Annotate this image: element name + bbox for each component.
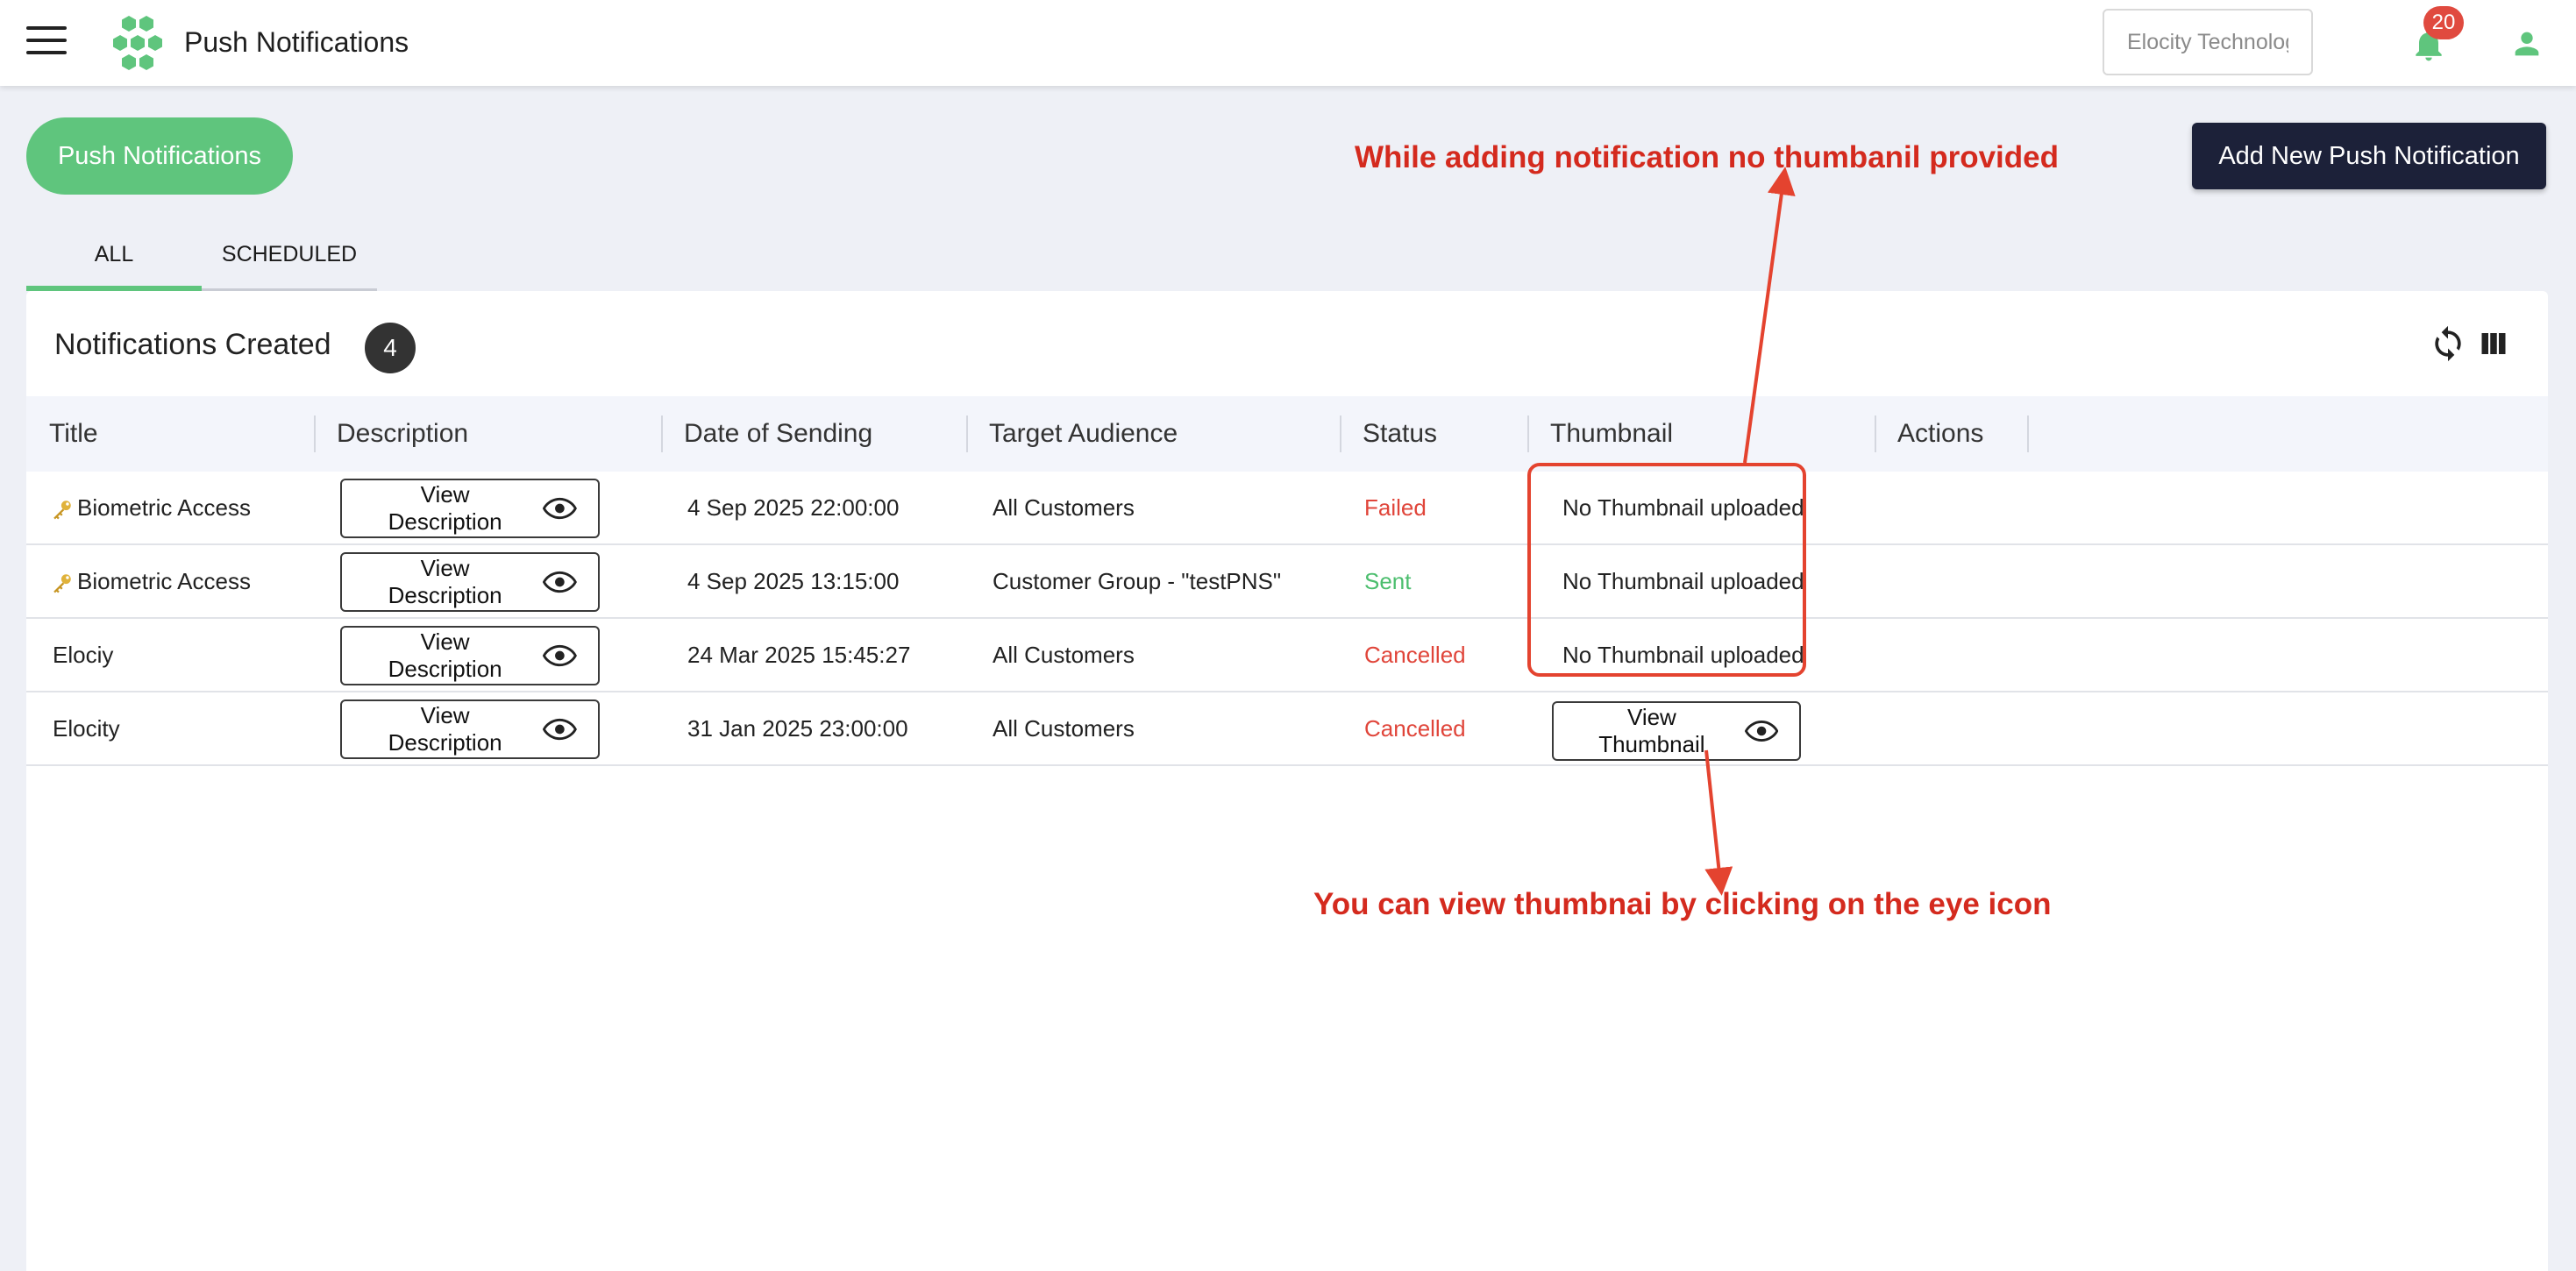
tab-all[interactable]: ALL [26,221,202,291]
notification-count-badge: 20 [2423,6,2464,39]
row-thumbnail-text: No Thumbnail uploaded [1562,642,1804,668]
row-date: 4 Sep 2025 22:00:00 [687,494,900,521]
column-header-description[interactable]: Description [314,396,661,472]
column-header-date[interactable]: Date of Sending [661,396,966,472]
row-audience: All Customers [993,494,1135,521]
user-icon[interactable] [2509,26,2544,61]
key-icon [53,574,71,593]
status-badge: Cancelled [1364,715,1466,742]
row-audience: Customer Group - "testPNS" [993,568,1282,594]
row-title: Elocity [53,715,120,742]
view-description-button[interactable]: View Description [340,626,600,685]
card-title: Notifications Created [54,328,331,361]
eye-icon [543,644,577,667]
menu-icon[interactable] [26,26,67,60]
table-header: Title Description Date of Sending Target… [26,396,2548,472]
count-badge: 4 [365,323,416,373]
annotation-no-thumbnail: While adding notification no thumbanil p… [1355,140,2060,174]
eye-icon [543,718,577,741]
column-header-actions[interactable]: Actions [1875,396,2027,472]
annotation-view-thumbnail: You can view thumbnai by clicking on the… [1313,887,2052,921]
table-row: Biometric Access View Description 4 Sep … [26,472,2548,545]
view-description-button[interactable]: View Description [340,479,600,538]
organization-input[interactable] [2103,9,2313,75]
column-header-thumbnail[interactable]: Thumbnail [1527,396,1875,472]
status-badge: Cancelled [1364,642,1466,668]
status-badge: Sent [1364,568,1412,594]
column-header-audience[interactable]: Target Audience [966,396,1340,472]
notifications-card: Notifications Created 4 Title Descriptio… [26,291,2548,1271]
eye-icon [1744,721,1778,742]
row-audience: All Customers [993,715,1135,742]
logo-icon [113,16,162,70]
row-thumbnail-text: No Thumbnail uploaded [1562,494,1804,521]
refresh-icon[interactable] [2429,324,2467,363]
add-new-push-notification-button[interactable]: Add New Push Notification [2192,123,2546,189]
row-title: Biometric Access [51,472,251,543]
row-thumbnail-text: No Thumbnail uploaded [1562,568,1804,594]
tab-scheduled[interactable]: SCHEDULED [202,221,377,291]
columns-icon[interactable] [2478,328,2509,359]
app-bar: Push Notifications 20 [0,0,2576,86]
eye-icon [543,571,577,593]
status-badge: Failed [1364,494,1427,521]
row-date: 31 Jan 2025 23:00:00 [687,715,908,742]
column-header-title[interactable]: Title [26,396,314,472]
tab-bar: ALL SCHEDULED [26,221,377,291]
app-title: Push Notifications [184,26,409,58]
row-date: 24 Mar 2025 15:45:27 [687,642,911,668]
key-icon [53,501,71,520]
view-description-button[interactable]: View Description [340,699,600,759]
column-header-status[interactable]: Status [1340,396,1527,472]
row-title: Biometric Access [51,545,251,617]
table-row: Elociy View Description 24 Mar 2025 15:4… [26,619,2548,692]
push-notifications-pill-button[interactable]: Push Notifications [26,117,293,195]
table-row: Elocity View Description 31 Jan 2025 23:… [26,692,2548,766]
table-row: Biometric Access View Description 4 Sep … [26,545,2548,619]
row-title: Elociy [53,642,114,668]
view-thumbnail-button[interactable]: View Thumbnail [1552,701,1801,761]
row-date: 4 Sep 2025 13:15:00 [687,568,900,594]
eye-icon [543,497,577,520]
view-description-button[interactable]: View Description [340,552,600,612]
row-audience: All Customers [993,642,1135,668]
